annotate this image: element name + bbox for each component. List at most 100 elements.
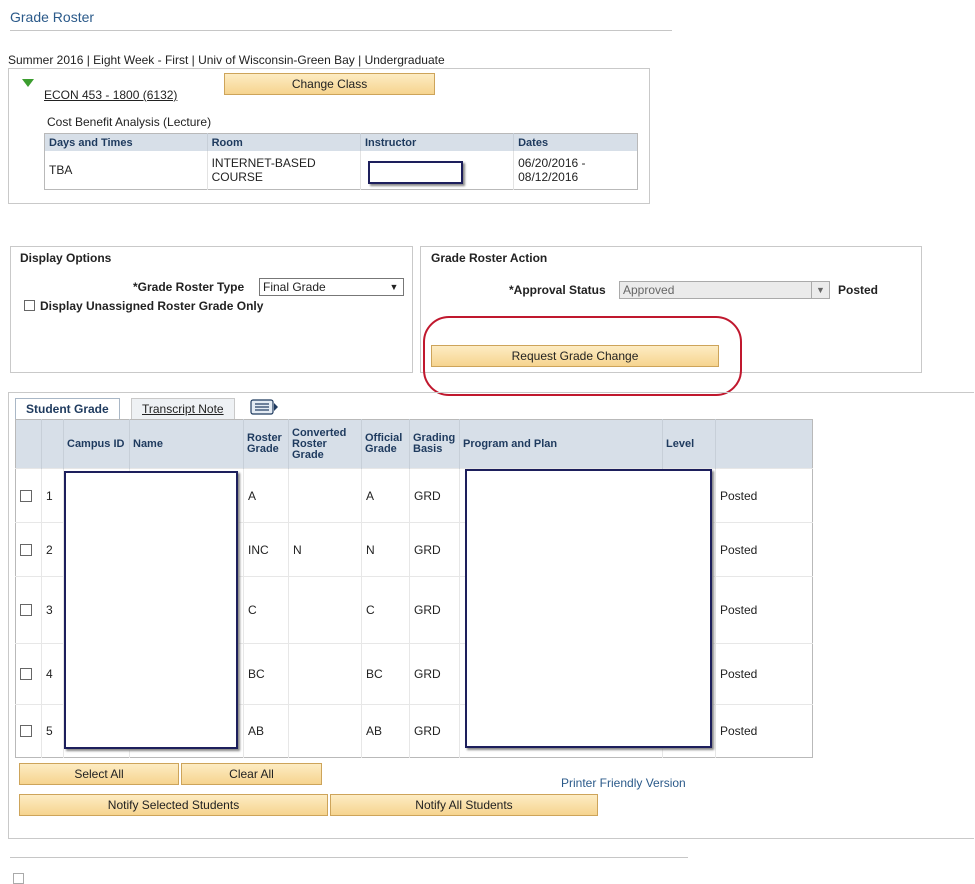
meeting-table: Days and Times Room Instructor Dates TBA… xyxy=(44,133,638,190)
approval-status-value: Approved xyxy=(623,283,675,297)
status-cell: Posted xyxy=(715,522,813,577)
instructor-redaction xyxy=(368,161,463,184)
approval-posted-status: Posted xyxy=(838,283,879,297)
row-checkbox[interactable] xyxy=(20,543,32,556)
chevron-down-icon: ▼ xyxy=(811,282,829,298)
collapse-triangle-icon[interactable] xyxy=(22,79,34,87)
grading-basis-cell: GRD xyxy=(409,643,460,705)
grading-basis-cell: GRD xyxy=(409,704,460,758)
grade-roster-type-select[interactable]: Final Grade ▼ xyxy=(259,278,404,296)
class-description: Cost Benefit Analysis (Lecture) xyxy=(47,115,212,129)
roster-grade-cell: INC xyxy=(243,522,289,577)
row-number: 3 xyxy=(41,576,64,644)
unassigned-only-label: Display Unassigned Roster Grade Only xyxy=(40,299,264,313)
converted-grade-cell xyxy=(288,704,362,758)
highlight-annotation xyxy=(423,316,742,396)
meeting-days: TBA xyxy=(44,151,208,190)
program-plan-redaction xyxy=(465,469,712,748)
roster-grade-cell: A xyxy=(243,468,289,523)
class-link[interactable]: ECON 453 - 1800 (6132) xyxy=(44,88,177,102)
status-cell: Posted xyxy=(715,576,813,644)
row-number: 4 xyxy=(41,643,64,705)
col-converted-roster-grade: Converted Roster Grade xyxy=(288,419,362,469)
col-dates: Dates xyxy=(513,133,638,151)
col-name: Name xyxy=(129,419,244,469)
row-checkbox[interactable] xyxy=(20,725,32,737)
col-instructor: Instructor xyxy=(360,133,515,151)
official-grade-cell: BC xyxy=(361,643,410,705)
grading-basis-cell: GRD xyxy=(409,576,460,644)
term-info: Summer 2016 | Eight Week - First | Univ … xyxy=(8,53,445,67)
tab-transcript-note-label: Transcript Note xyxy=(142,402,224,416)
col-room: Room xyxy=(207,133,361,151)
col-grading-basis: Grading Basis xyxy=(409,419,460,469)
row-checkbox[interactable] xyxy=(20,668,32,680)
unassigned-only-checkbox[interactable] xyxy=(24,300,35,311)
display-options-title: Display Options xyxy=(20,251,112,265)
student-name-redaction xyxy=(64,471,238,749)
page-title: Grade Roster xyxy=(10,9,95,25)
col-days-and-times: Days and Times xyxy=(44,133,208,151)
notify-selected-students-button[interactable]: Notify Selected Students xyxy=(19,794,328,816)
status-cell: Posted xyxy=(715,468,813,523)
converted-grade-cell: N xyxy=(288,522,362,577)
col-program-and-plan: Program and Plan xyxy=(459,419,663,469)
row-select-cell xyxy=(15,643,42,705)
col-select xyxy=(15,419,42,469)
status-cell: Posted xyxy=(715,704,813,758)
title-divider xyxy=(10,30,672,31)
change-class-button[interactable]: Change Class xyxy=(224,73,435,95)
converted-grade-cell xyxy=(288,643,362,705)
meeting-room: INTERNET-BASED COURSE xyxy=(207,151,361,190)
converted-grade-cell xyxy=(288,468,362,523)
select-all-button[interactable]: Select All xyxy=(19,763,179,785)
official-grade-cell: AB xyxy=(361,704,410,758)
tab-student-grade[interactable]: Student Grade xyxy=(15,398,120,420)
approval-status-select[interactable]: Approved ▼ xyxy=(619,281,830,299)
roster-grade-cell: AB xyxy=(243,704,289,758)
row-number: 5 xyxy=(41,704,64,758)
row-select-cell xyxy=(15,704,42,758)
official-grade-cell: N xyxy=(361,522,410,577)
converted-line-3: Grade xyxy=(292,448,324,461)
status-cell: Posted xyxy=(715,643,813,705)
row-select-cell xyxy=(15,522,42,577)
official-grade-cell: C xyxy=(361,576,410,644)
dates-line-1: 06/20/2016 - xyxy=(518,156,586,170)
clear-all-button[interactable]: Clear All xyxy=(181,763,322,785)
notify-all-students-button[interactable]: Notify All Students xyxy=(330,794,598,816)
col-roster-grade: Roster Grade xyxy=(243,419,289,469)
col-status xyxy=(715,419,813,469)
meeting-dates: 06/20/2016 -08/12/2016 xyxy=(514,151,638,190)
roster-grade-cell: BC xyxy=(243,643,289,705)
grading-basis-cell: GRD xyxy=(409,522,460,577)
basis-line-2: Basis xyxy=(413,443,443,455)
official-grade-cell: A xyxy=(361,468,410,523)
chevron-down-icon: ▼ xyxy=(389,282,399,292)
grade-roster-action-title: Grade Roster Action xyxy=(431,251,548,265)
room-line-1: INTERNET-BASED xyxy=(211,156,316,170)
col-level: Level xyxy=(662,419,716,469)
row-number: 1 xyxy=(41,468,64,523)
row-select-cell xyxy=(15,576,42,644)
converted-grade-cell xyxy=(288,576,362,644)
dates-line-2: 08/12/2016 xyxy=(518,170,579,184)
row-checkbox[interactable] xyxy=(20,489,32,502)
row-number: 2 xyxy=(41,522,64,577)
col-official-grade: Official Grade xyxy=(361,419,410,469)
grade-roster-type-value: Final Grade xyxy=(263,280,326,294)
roster-grade-cell: C xyxy=(243,576,289,644)
col-campus-id: Campus ID xyxy=(63,419,130,469)
official-line-2: Grade xyxy=(365,443,397,455)
tab-transcript-note[interactable]: Transcript Note xyxy=(131,398,235,420)
show-all-columns-icon[interactable] xyxy=(250,399,280,416)
row-checkbox[interactable] xyxy=(20,604,32,616)
roster-grade-line-2: Grade xyxy=(247,443,279,455)
printer-friendly-link[interactable]: Printer Friendly Version xyxy=(561,776,686,790)
grade-roster-type-label: *Grade Roster Type xyxy=(133,280,245,294)
row-select-cell xyxy=(15,468,42,523)
bottom-divider xyxy=(10,857,688,858)
room-line-2: COURSE xyxy=(211,170,263,184)
approval-status-label: *Approval Status xyxy=(509,283,606,297)
grading-basis-cell: GRD xyxy=(409,468,460,523)
